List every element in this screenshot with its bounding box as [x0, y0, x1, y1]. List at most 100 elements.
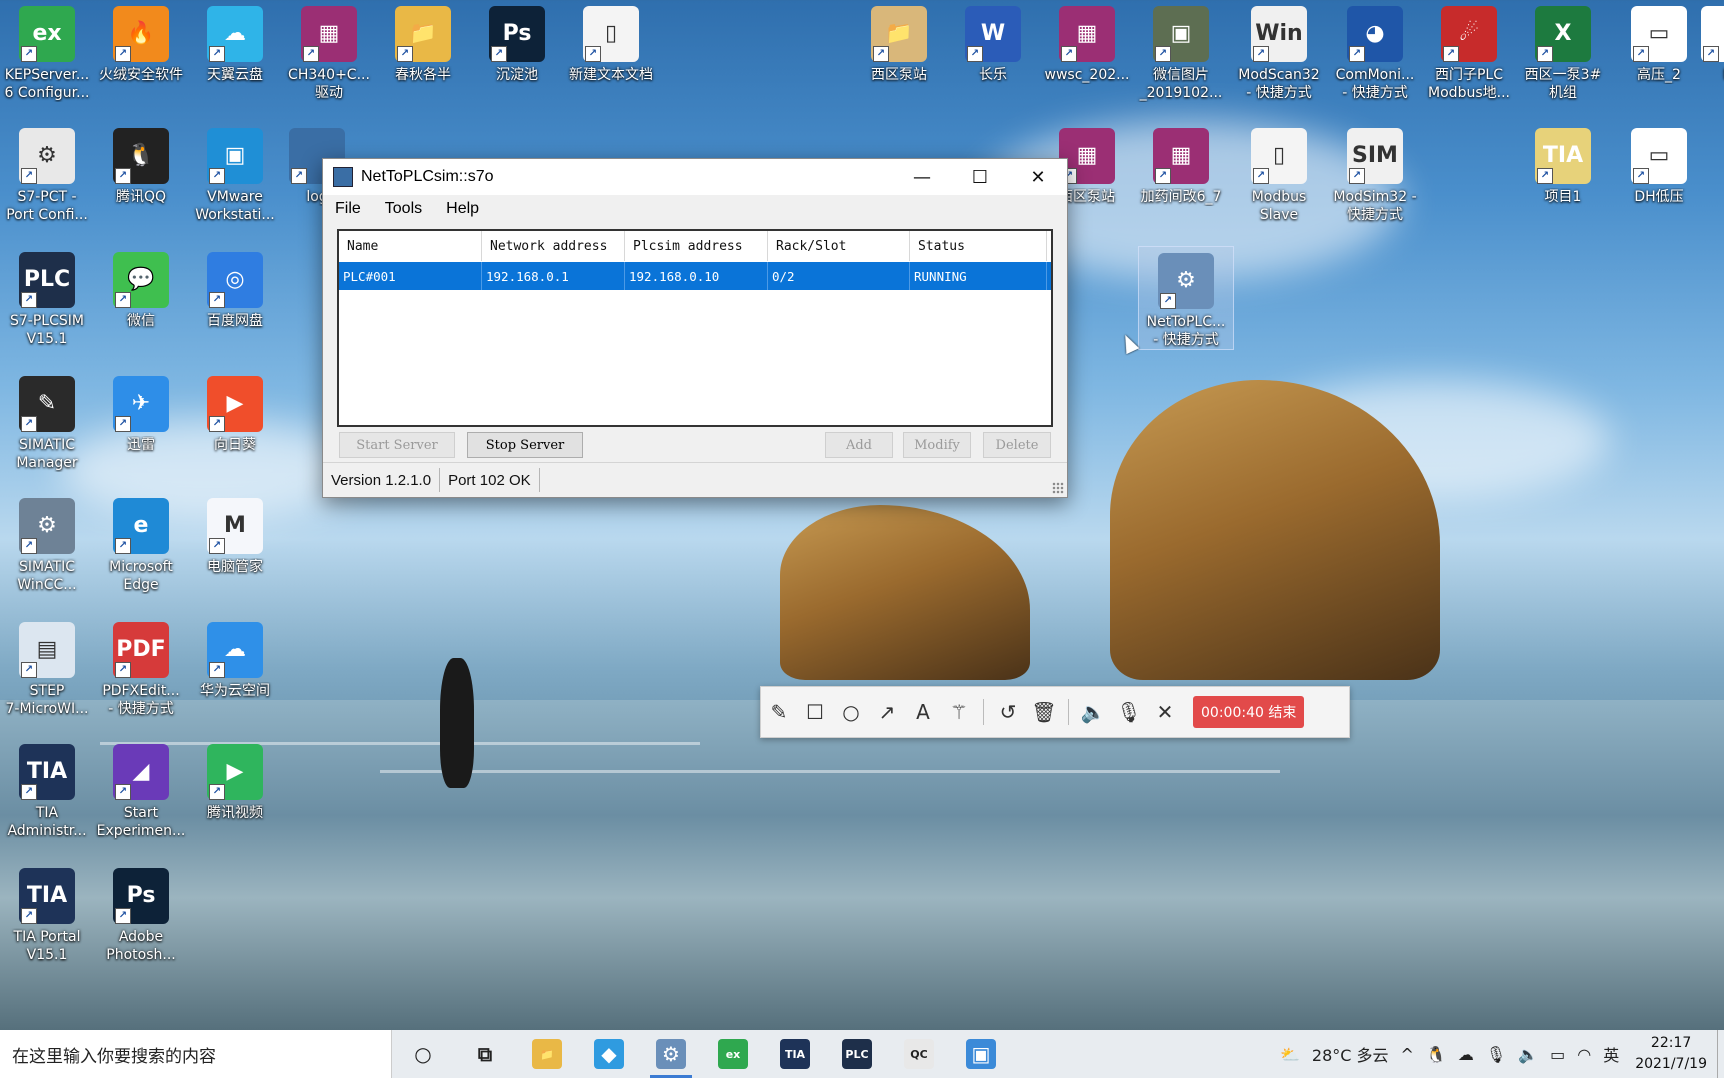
table-row[interactable]: PLC#001 192.168.0.1 192.168.0.10 0/2 RUN… [339, 262, 1051, 290]
show-desktop-button[interactable] [1717, 1030, 1724, 1078]
battery-icon[interactable]: ▭ [1544, 1045, 1571, 1064]
column-rack-slot[interactable]: Rack/Slot [768, 231, 910, 261]
desktop-icon[interactable]: ☁ ↗ 天翼云盘 [188, 0, 282, 84]
close-icon[interactable]: ✕ [1147, 694, 1183, 730]
desktop-icon[interactable]: ex ↗ KEPServer... 6 Configur... [0, 0, 94, 102]
desktop-icon[interactable]: ↗M [1682, 0, 1724, 84]
speaker-icon[interactable]: 🔈 [1075, 694, 1111, 730]
desktop-icon[interactable]: ⚙ ↗ SIMATIC WinCC... [0, 492, 94, 594]
desktop-icon[interactable]: 💬 ↗ 微信 [94, 246, 188, 330]
desktop-icon[interactable]: X ↗ 西区一泵3# 机组 [1516, 0, 1610, 102]
mic-tray-icon[interactable]: 🎙 [1480, 1045, 1512, 1064]
volume-icon[interactable]: 🔈 [1512, 1045, 1544, 1064]
undo-icon[interactable]: ↺ [990, 694, 1026, 730]
taskbar-button[interactable]: ▣ [950, 1030, 1012, 1078]
desktop-icon[interactable]: ▯ ↗ Modbus Slave [1232, 122, 1326, 224]
menu-tools[interactable]: Tools [373, 200, 434, 218]
desktop-icon[interactable]: ◎ ↗ 百度网盘 [188, 246, 282, 330]
desktop-icon[interactable]: ◢ ↗ Start Experimen... [94, 738, 188, 840]
desktop-icon[interactable]: ✈ ↗ 迅雷 [94, 370, 188, 454]
chevron-up-icon[interactable]: ^ [1395, 1045, 1420, 1064]
desktop-icon[interactable]: ▭ ↗ DH低压 [1612, 122, 1706, 206]
column-plcsim-address[interactable]: Plcsim address [625, 231, 768, 261]
trash-icon[interactable]: 🗑 [1026, 694, 1062, 730]
qq-tray-icon[interactable]: 🐧 [1420, 1045, 1452, 1064]
ime-indicator[interactable]: 英 [1597, 1042, 1625, 1066]
plc-list[interactable]: Name Network address Plcsim address Rack… [337, 229, 1053, 427]
taskbar-button[interactable]: ex [702, 1030, 764, 1078]
add-button[interactable]: Add [825, 432, 893, 458]
wifi-icon[interactable]: ◠ [1571, 1045, 1597, 1064]
text-icon[interactable]: A [905, 694, 941, 730]
menu-help[interactable]: Help [434, 200, 491, 218]
modify-button[interactable]: Modify [903, 432, 971, 458]
clock-date: 2021/7/19 [1635, 1056, 1707, 1072]
title-bar[interactable]: NetToPLCsim::s7o — ☐ ✕ [323, 159, 1067, 195]
circle-icon[interactable]: ○ [833, 694, 869, 730]
desktop-icon[interactable]: ☄ ↗ 西门子PLC Modbus地... [1422, 0, 1516, 102]
taskbar-button[interactable]: ○ [392, 1030, 454, 1078]
column-status[interactable]: Status [910, 231, 1047, 261]
taskbar-button[interactable]: PLC [826, 1030, 888, 1078]
desktop-icon[interactable]: ▦ ↗ wwsc_202... [1040, 0, 1134, 84]
desktop-icon[interactable]: ▦ ↗ CH340+C... 驱动 [282, 0, 376, 102]
column-network-address[interactable]: Network address [482, 231, 625, 261]
menu-file[interactable]: File [323, 200, 373, 218]
stop-server-button[interactable]: Stop Server [467, 432, 583, 458]
desktop-icon[interactable]: e ↗ Microsoft Edge [94, 492, 188, 594]
desktop-icon[interactable]: TIA ↗ TIA Portal V15.1 [0, 862, 94, 964]
maximize-button[interactable]: ☐ [951, 159, 1009, 195]
weather-label[interactable]: 28°C 多云 [1306, 1042, 1395, 1066]
desktop-icon[interactable]: M ↗ 电脑管家 [188, 492, 282, 576]
desktop-icon[interactable]: ⚙ ↗ NetToPLC... - 快捷方式 [1138, 246, 1234, 350]
search-box[interactable]: 在这里输入你要搜索的内容 [0, 1030, 392, 1078]
desktop-icon[interactable]: ⚙ ↗ S7-PCT - Port Confi... [0, 122, 94, 224]
delete-button[interactable]: Delete [983, 432, 1051, 458]
pencil-icon[interactable]: ✎ [761, 694, 797, 730]
start-server-button[interactable]: Start Server [339, 432, 455, 458]
desktop-icon[interactable]: 📁 ↗ 西区泵站 [852, 0, 946, 84]
minimize-button[interactable]: — [893, 159, 951, 195]
magic-icon[interactable]: ⚚ [941, 694, 977, 730]
nettoplcsim-window[interactable]: NetToPLCsim::s7o — ☐ ✕ File Tools Help N… [322, 158, 1068, 498]
desktop-icon[interactable]: ▶ ↗ 向日葵 [188, 370, 282, 454]
mic-icon[interactable]: 🎙 [1111, 694, 1147, 730]
desktop-icon[interactable]: ✎ ↗ SIMATIC Manager [0, 370, 94, 472]
desktop-icon[interactable]: Ps ↗ 沉淀池 [470, 0, 564, 84]
desktop-icon[interactable]: ▦ ↗ 加药间改6_7 [1134, 122, 1228, 206]
desktop-icon[interactable]: ▯ ↗ 新建文本文档 [564, 0, 658, 84]
weather-icon[interactable]: ⛅ [1274, 1045, 1306, 1064]
taskbar-button[interactable]: QC [888, 1030, 950, 1078]
desktop-icon[interactable]: 🐧 ↗ 腾讯QQ [94, 122, 188, 206]
desktop-icon[interactable]: Win ↗ ModScan32 - 快捷方式 [1232, 0, 1326, 102]
close-button[interactable]: ✕ [1009, 159, 1067, 195]
desktop-icon[interactable]: ▣ ↗ 微信图片 _2019102... [1134, 0, 1228, 102]
resize-grip-icon[interactable] [1052, 482, 1064, 494]
onedrive-icon[interactable]: ☁ [1452, 1045, 1480, 1064]
desktop-icon[interactable]: ▶ ↗ 腾讯视频 [188, 738, 282, 822]
desktop-icon[interactable]: 🔥 ↗ 火绒安全软件 [94, 0, 188, 84]
arrow-icon[interactable]: ↗ [869, 694, 905, 730]
column-name[interactable]: Name [339, 231, 482, 261]
desktop-icon[interactable]: ☁ ↗ 华为云空间 [188, 616, 282, 700]
taskbar-button[interactable]: ◆ [578, 1030, 640, 1078]
desktop-icon[interactable]: TIA ↗ 项目1 [1516, 122, 1610, 206]
desktop-icon[interactable]: SIM ↗ ModSim32 - 快捷方式 [1328, 122, 1422, 224]
desktop-icon[interactable]: Ps ↗ Adobe Photosh... [94, 862, 188, 964]
stop-recording-button[interactable]: 00:00:40 结束 [1193, 696, 1305, 728]
clock[interactable]: 22:17 2021/7/19 [1625, 1033, 1717, 1075]
desktop-icon[interactable]: 📁 ↗ 春秋各半 [376, 0, 470, 84]
taskbar-button[interactable]: 📁 [516, 1030, 578, 1078]
taskbar-button[interactable]: TIA [764, 1030, 826, 1078]
desktop-icon[interactable]: PLC ↗ S7-PLCSIM V15.1 [0, 246, 94, 348]
taskbar-button[interactable]: ⚙ [640, 1030, 702, 1078]
desktop-icon[interactable]: TIA ↗ TIA Administr... [0, 738, 94, 840]
desktop-icon[interactable]: PDF ↗ PDFXEdit... - 快捷方式 [94, 616, 188, 718]
wave [380, 770, 1280, 773]
desktop-icon[interactable]: ◕ ↗ ComMoni... - 快捷方式 [1328, 0, 1422, 102]
desktop-icon[interactable]: W ↗ 长乐 [946, 0, 1040, 84]
taskbar-button[interactable]: ⧉ [454, 1030, 516, 1078]
desktop-icon[interactable]: ▣ ↗ VMware Workstati... [188, 122, 282, 224]
rectangle-icon[interactable]: ☐ [797, 694, 833, 730]
desktop-icon[interactable]: ▤ ↗ STEP 7-MicroWI... [0, 616, 94, 718]
